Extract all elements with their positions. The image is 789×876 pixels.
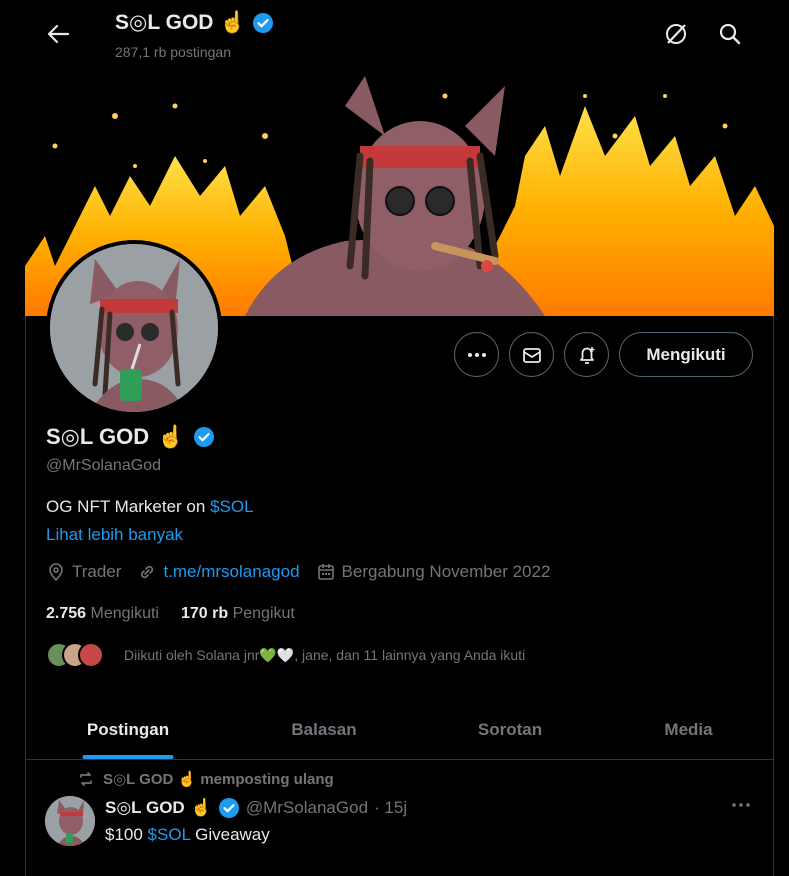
ellipsis-icon xyxy=(467,352,486,357)
header-name: S◎L GOD ☝️ xyxy=(115,10,274,35)
pointing-up-emoji-icon: ☝️ xyxy=(190,798,212,817)
post-text: $100 $SOL Giveaway xyxy=(105,825,270,845)
following-button[interactable]: Mengikuti xyxy=(619,332,753,377)
tab-media[interactable]: Media xyxy=(603,700,774,759)
back-arrow-icon[interactable] xyxy=(42,18,74,50)
following-count: 2.756 xyxy=(46,605,87,622)
joined-item: Bergabung November 2022 xyxy=(316,562,551,582)
mail-icon xyxy=(522,347,541,363)
profile-name: S◎L GOD ☝️ xyxy=(46,424,215,450)
follower-avatars xyxy=(46,642,104,668)
bio-text: OG NFT Marketer on xyxy=(46,497,211,516)
profile-avatar[interactable] xyxy=(46,240,222,416)
link-icon xyxy=(141,565,154,579)
post-text-prefix: $100 xyxy=(105,825,148,844)
follow-stats: 2.756 Mengikuti 170 rb Pengikut xyxy=(46,605,295,623)
profile-name-text: S◎L GOD xyxy=(46,424,150,449)
post-more-icon[interactable] xyxy=(730,794,752,821)
followers-stat[interactable]: 170 rb Pengikut xyxy=(181,605,295,623)
post-avatar[interactable] xyxy=(45,796,95,846)
verified-badge-icon[interactable] xyxy=(193,426,215,448)
header-name-text: S◎L GOD xyxy=(115,11,214,34)
post-author-name[interactable]: S◎L GOD xyxy=(105,798,185,818)
verified-badge-icon xyxy=(252,12,273,33)
profile-tabs: Postingan Balasan Sorotan Media xyxy=(25,700,774,760)
following-label: Mengikuti xyxy=(90,605,159,622)
following-stat[interactable]: 2.756 Mengikuti xyxy=(46,605,159,623)
notifications-button[interactable] xyxy=(564,332,609,377)
repost-label[interactable]: S◎L GOD ☝️ memposting ulang xyxy=(103,770,334,788)
post-time[interactable]: · 15j xyxy=(374,798,407,818)
post-author-handle[interactable]: @MrSolanaGod xyxy=(246,798,368,818)
joined-text: Bergabung November 2022 xyxy=(341,562,551,581)
website-link[interactable]: t.me/mrsolanagod xyxy=(163,562,299,582)
top-bar: S◎L GOD ☝️ 287,1 rb postingan xyxy=(0,0,789,66)
repost-icon xyxy=(80,772,92,786)
location-text: Trader xyxy=(72,562,122,581)
calendar-icon xyxy=(317,564,334,580)
grok-icon[interactable] xyxy=(660,18,692,50)
cashtag-link[interactable]: $SOL xyxy=(210,497,253,516)
tab-highlights[interactable]: Sorotan xyxy=(417,700,603,759)
location-pin-icon xyxy=(49,563,63,582)
avatar xyxy=(78,642,104,668)
profile-bio: OG NFT Marketer on $SOL xyxy=(46,497,254,517)
followed-by[interactable]: Diikuti oleh Solana jnr💚🤍, jane, dan 11 … xyxy=(46,642,525,668)
followers-count: 170 rb xyxy=(180,605,229,622)
followed-by-text: Diikuti oleh Solana jnr💚🤍, jane, dan 11 … xyxy=(124,646,526,663)
verified-badge-icon[interactable] xyxy=(218,797,240,819)
bell-plus-icon xyxy=(579,346,594,364)
followers-label: Pengikut xyxy=(232,605,295,622)
search-icon[interactable] xyxy=(714,18,746,50)
posts-count: 287,1 rb postingan xyxy=(115,44,231,60)
pointing-up-emoji-icon: ☝️ xyxy=(219,10,246,34)
repost-indicator: S◎L GOD ☝️ memposting ulang xyxy=(77,770,334,788)
more-options-button[interactable] xyxy=(454,332,499,377)
message-button[interactable] xyxy=(509,332,554,377)
tab-replies[interactable]: Balasan xyxy=(231,700,417,759)
pointing-up-emoji-icon: ☝️ xyxy=(157,424,185,449)
post-cashtag-link[interactable]: $SOL xyxy=(148,825,191,844)
tab-posts[interactable]: Postingan xyxy=(25,700,231,759)
profile-handle: @MrSolanaGod xyxy=(46,457,161,474)
post-header: S◎L GOD ☝️ @MrSolanaGod · 15j xyxy=(105,797,407,819)
post-text-suffix: Giveaway xyxy=(190,825,270,844)
profile-meta: Trader t.me/mrsolanagod Bergabung Novemb… xyxy=(46,562,566,582)
location-item: Trader xyxy=(46,562,121,582)
see-more-link[interactable]: Lihat lebih banyak xyxy=(46,525,183,545)
website-item: t.me/mrsolanagod xyxy=(137,562,300,582)
